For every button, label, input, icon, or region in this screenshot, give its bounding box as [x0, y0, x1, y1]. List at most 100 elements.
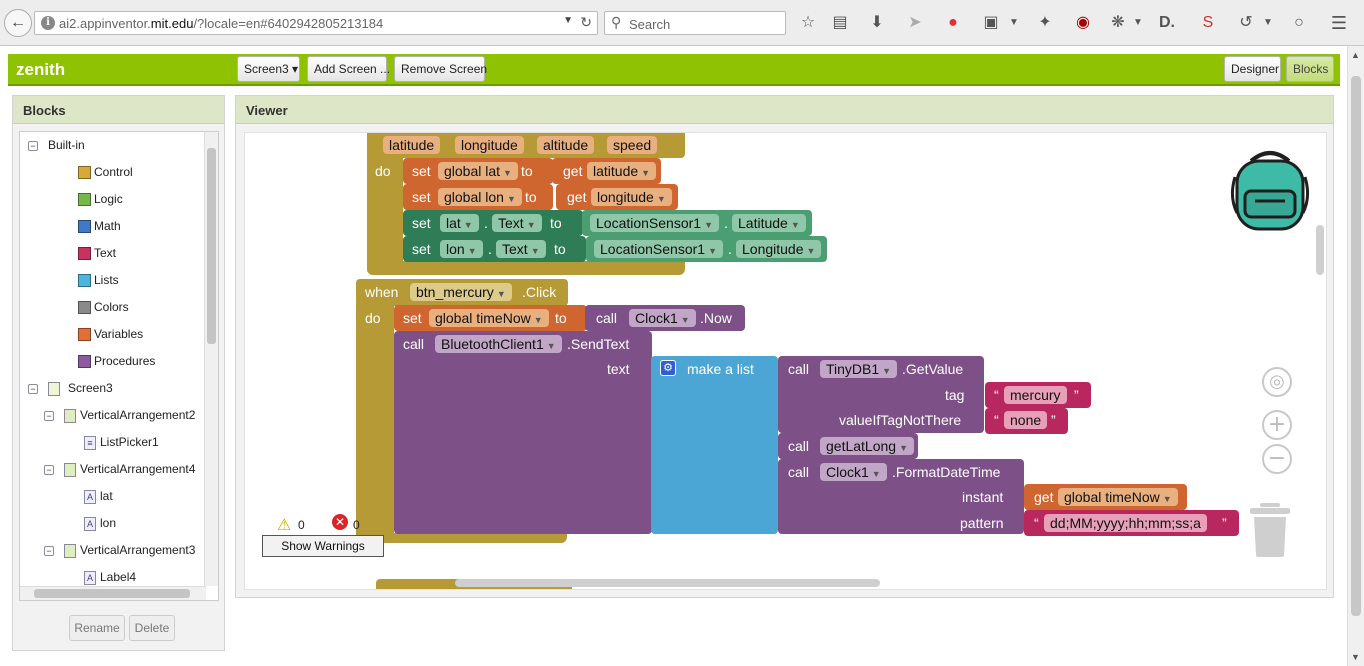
globe-icon[interactable]: ○: [1288, 12, 1310, 34]
text-property-dropdown[interactable]: Text ▼: [496, 240, 546, 258]
send-icon[interactable]: ➤: [904, 12, 926, 34]
bluetooth-client-dropdown[interactable]: BluetoothClient1 ▼: [435, 335, 562, 353]
bug-icon[interactable]: ❋: [1107, 12, 1129, 34]
designer-button[interactable]: Designer: [1224, 56, 1281, 82]
longitude-property-dropdown[interactable]: Longitude ▼: [736, 240, 822, 258]
tree-horizontal-scrollbar[interactable]: [20, 586, 206, 600]
get-label: get: [567, 189, 587, 205]
trash-can-icon[interactable]: [1250, 503, 1290, 557]
get-global-timenow-dropdown[interactable]: global timeNow ▼: [1058, 488, 1178, 506]
refresh-dropdown-icon[interactable]: ▼: [1257, 12, 1279, 34]
tree-hscroll-thumb[interactable]: [34, 589, 190, 598]
url-text[interactable]: ai2.appinventor.mit.edu/?locale=en#64029…: [59, 16, 383, 31]
s-extension-icon[interactable]: S: [1197, 12, 1219, 34]
clock1-dropdown[interactable]: Clock1 ▼: [629, 309, 696, 327]
clipboard-icon[interactable]: ▣: [980, 12, 1002, 34]
get-latitude-dropdown[interactable]: latitude ▼: [587, 162, 657, 180]
global-lat-dropdown[interactable]: global lat ▼: [438, 162, 518, 180]
category-label: Math: [94, 219, 121, 233]
collapse-icon[interactable]: −: [44, 546, 54, 556]
param-altitude[interactable]: altitude: [537, 136, 595, 154]
listpicker-icon: ≡: [84, 436, 96, 450]
param-longitude[interactable]: longitude: [455, 136, 524, 154]
refresh-extension-icon[interactable]: ↺: [1235, 12, 1257, 34]
collapse-icon[interactable]: −: [28, 141, 38, 151]
text-property-dropdown[interactable]: Text ▼: [492, 214, 542, 232]
delete-button[interactable]: Delete: [129, 615, 175, 641]
reload-icon[interactable]: ↻: [580, 14, 592, 31]
rename-button[interactable]: Rename: [69, 615, 125, 641]
tree-label-va3: VerticalArrangement3: [80, 543, 196, 557]
remove-screen-button[interactable]: Remove Screen: [394, 56, 487, 82]
mercury-text-field[interactable]: mercury: [1004, 386, 1067, 404]
url-bar[interactable]: i ai2.appinventor.mit.edu/?locale=en#640…: [34, 11, 598, 35]
blocks-workspace[interactable]: latitude longitude altitude speed do set…: [244, 132, 1327, 590]
category-color-swatch: [78, 301, 91, 314]
category-label: Logic: [94, 192, 123, 206]
search-input[interactable]: Search: [629, 16, 670, 34]
collapse-icon[interactable]: −: [44, 411, 54, 421]
screen-select-button[interactable]: Screen3 ▾: [237, 56, 300, 82]
param-latitude[interactable]: latitude: [383, 136, 441, 154]
workspace-horizontal-scrollbar[interactable]: [455, 579, 880, 587]
paper-plane-icon[interactable]: ✦: [1034, 12, 1056, 34]
dropdown-caret-icon: ▼: [704, 220, 713, 230]
make-a-list-block[interactable]: [651, 356, 778, 534]
make-list-label: make a list: [687, 361, 754, 377]
d-extension-icon[interactable]: D.: [1156, 12, 1178, 34]
get-longitude-dropdown[interactable]: longitude ▼: [591, 188, 672, 206]
bookmark-star-icon[interactable]: ☆: [797, 12, 819, 34]
ublock-icon[interactable]: ◉: [1072, 12, 1094, 34]
add-screen-button[interactable]: Add Screen ...: [307, 56, 390, 82]
url-history-dropdown-icon[interactable]: ▼: [563, 15, 573, 26]
category-label: Colors: [94, 300, 129, 314]
bug-dropdown-icon[interactable]: ▼: [1127, 12, 1149, 34]
open-quote: “: [994, 412, 999, 428]
none-text-field[interactable]: none: [1004, 411, 1048, 429]
close-quote: ”: [1222, 515, 1227, 531]
btn-mercury-dropdown[interactable]: btn_mercury ▼: [410, 283, 512, 301]
global-lon-dropdown[interactable]: global lon ▼: [438, 188, 522, 206]
latitude-property-dropdown[interactable]: Latitude ▼: [732, 214, 806, 232]
site-info-icon[interactable]: i: [41, 16, 55, 30]
getlatlong-dropdown[interactable]: getLatLong ▼: [820, 437, 914, 455]
download-icon[interactable]: ⬇: [866, 12, 888, 34]
dropdown-caret-icon: ▼: [506, 194, 516, 204]
dropdown-caret-icon: ▼: [680, 315, 690, 325]
dropdown-caret-icon: ▼: [463, 220, 473, 230]
reading-list-icon[interactable]: ▤: [829, 12, 851, 34]
search-box[interactable]: ⚲ Search: [604, 11, 786, 35]
param-speed[interactable]: speed: [607, 136, 658, 154]
tree-vertical-scrollbar[interactable]: [204, 132, 218, 586]
location-sensor-dropdown[interactable]: LocationSensor1 ▼: [594, 240, 723, 258]
clock1-dropdown[interactable]: Clock1 ▼: [820, 463, 887, 481]
tinydb1-dropdown[interactable]: TinyDB1 ▼: [820, 360, 898, 378]
global-timenow-dropdown[interactable]: global timeNow ▼: [429, 309, 549, 327]
backpack-icon[interactable]: [1229, 147, 1311, 231]
location-sensor-dropdown[interactable]: LocationSensor1 ▼: [590, 214, 719, 232]
show-warnings-button[interactable]: Show Warnings: [262, 535, 384, 557]
scroll-up-icon[interactable]: ▲: [1351, 50, 1360, 60]
page-scrollbar-thumb[interactable]: [1351, 76, 1361, 616]
scroll-down-icon[interactable]: ▼: [1351, 652, 1360, 662]
zoom-out-icon[interactable]: −: [1262, 444, 1292, 474]
pattern-text-field[interactable]: dd;MM;yyyy;hh;mm;ss;a: [1044, 514, 1207, 532]
collapse-icon[interactable]: −: [28, 384, 38, 394]
page-scrollbar[interactable]: ▲ ▼: [1347, 46, 1364, 666]
workspace-vertical-scrollbar[interactable]: [1316, 225, 1324, 275]
clipboard-dropdown-icon[interactable]: ▼: [1003, 12, 1025, 34]
lon-component-dropdown[interactable]: lon ▼: [440, 240, 483, 258]
blocks-button[interactable]: Blocks: [1286, 56, 1334, 82]
close-quote: ”: [1074, 387, 1079, 403]
back-arrow-icon[interactable]: ←: [4, 9, 32, 37]
lat-component-dropdown[interactable]: lat ▼: [440, 214, 479, 232]
zoom-in-icon[interactable]: +: [1262, 410, 1292, 440]
mutator-gear-icon[interactable]: ⚙: [660, 360, 676, 376]
recenter-icon[interactable]: ◎: [1262, 367, 1292, 397]
tag-arg-label: tag: [945, 387, 965, 403]
extension-color-icon[interactable]: ●: [942, 12, 964, 34]
now-method-label: .Now: [700, 310, 732, 326]
menu-hamburger-icon[interactable]: ☰: [1328, 12, 1350, 34]
tree-vscroll-thumb[interactable]: [207, 148, 216, 344]
collapse-icon[interactable]: −: [44, 465, 54, 475]
